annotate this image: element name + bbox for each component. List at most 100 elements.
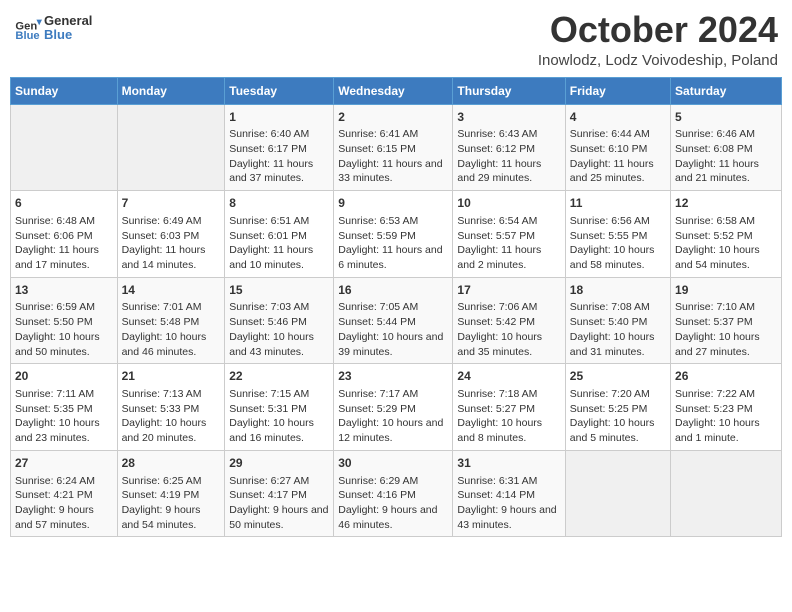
day-info: Sunrise: 6:56 AMSunset: 5:55 PMDaylight:… (570, 214, 666, 273)
calendar-cell: 16Sunrise: 7:05 AMSunset: 5:44 PMDayligh… (334, 277, 453, 364)
day-number: 6 (15, 195, 113, 212)
calendar-cell: 13Sunrise: 6:59 AMSunset: 5:50 PMDayligh… (11, 277, 118, 364)
calendar-cell (117, 104, 225, 191)
day-number: 16 (338, 282, 448, 299)
day-header-tuesday: Tuesday (225, 77, 334, 104)
calendar-cell: 21 Sunrise: 7:13 AMSunset: 5:33 PMDayligh… (117, 364, 225, 451)
calendar-cell: 15Sunrise: 7:03 AMSunset: 5:46 PMDayligh… (225, 277, 334, 364)
day-number: 25 (570, 368, 666, 385)
day-number: 21 (122, 368, 221, 385)
day-number: 3 (457, 109, 560, 126)
calendar-cell: 30 Sunrise: 6:29 AMSunset: 4:16 PMDayligh… (334, 450, 453, 537)
day-number: 22 (229, 368, 329, 385)
day-number: 31 (457, 455, 560, 472)
page-header: Gen Blue General Blue October 2024 Inowl… (10, 10, 782, 69)
day-number: 1 (229, 109, 329, 126)
calendar-body: 1Sunrise: 6:40 AMSunset: 6:17 PMDaylight… (11, 104, 782, 537)
calendar-cell: 22 Sunrise: 7:15 AMSunset: 5:31 PMDayligh… (225, 364, 334, 451)
location-title: Inowlodz, Lodz Voivodeship, Poland (538, 52, 778, 69)
calendar-week-4: 20 Sunrise: 7:11 AMSunset: 5:35 PMDayligh… (11, 364, 782, 451)
title-block: October 2024 Inowlodz, Lodz Voivodeship,… (538, 10, 778, 69)
day-number: 15 (229, 282, 329, 299)
calendar-cell: 5Sunrise: 6:46 AMSunset: 6:08 PMDaylight… (671, 104, 782, 191)
logo-line2: Blue (44, 28, 92, 42)
day-number: 10 (457, 195, 560, 212)
day-info: Sunrise: 7:17 AMSunset: 5:29 PMDaylight:… (338, 387, 448, 446)
day-number: 30 (338, 455, 448, 472)
calendar-cell: 24 Sunrise: 7:18 AMSunset: 5:27 PMDayligh… (453, 364, 565, 451)
calendar-cell (565, 450, 670, 537)
calendar-cell: 18Sunrise: 7:08 AMSunset: 5:40 PMDayligh… (565, 277, 670, 364)
calendar-cell: 12 Sunrise: 6:58 AMSunset: 5:52 PMDayligh… (671, 191, 782, 278)
calendar-cell: 1Sunrise: 6:40 AMSunset: 6:17 PMDaylight… (225, 104, 334, 191)
day-info: Sunrise: 7:20 AMSunset: 5:25 PMDaylight:… (570, 387, 666, 446)
day-info: Sunrise: 6:27 AMSunset: 4:17 PMDaylight:… (229, 474, 329, 533)
day-info: Sunrise: 7:05 AMSunset: 5:44 PMDaylight:… (338, 300, 448, 359)
calendar-cell: 10Sunrise: 6:54 AMSunset: 5:57 PMDayligh… (453, 191, 565, 278)
day-info: Sunrise: 6:41 AMSunset: 6:15 PMDaylight:… (338, 127, 448, 186)
day-number: 20 (15, 368, 113, 385)
calendar-week-2: 6 Sunrise: 6:48 AMSunset: 6:06 PMDaylight… (11, 191, 782, 278)
day-info: Sunrise: 7:18 AMSunset: 5:27 PMDaylight:… (457, 387, 560, 446)
calendar-header-row: SundayMondayTuesdayWednesdayThursdayFrid… (11, 77, 782, 104)
day-info: Sunrise: 6:31 AMSunset: 4:14 PMDaylight:… (457, 474, 560, 533)
day-info: Sunrise: 7:01 AMSunset: 5:48 PMDaylight:… (122, 300, 221, 359)
day-number: 7 (122, 195, 221, 212)
day-number: 2 (338, 109, 448, 126)
calendar-week-3: 13Sunrise: 6:59 AMSunset: 5:50 PMDayligh… (11, 277, 782, 364)
calendar-cell: 20 Sunrise: 7:11 AMSunset: 5:35 PMDayligh… (11, 364, 118, 451)
calendar-cell (671, 450, 782, 537)
day-number: 12 (675, 195, 777, 212)
day-info: Sunrise: 6:58 AMSunset: 5:52 PMDaylight:… (675, 214, 777, 273)
calendar-cell: 27Sunrise: 6:24 AMSunset: 4:21 PMDayligh… (11, 450, 118, 537)
day-number: 13 (15, 282, 113, 299)
calendar-week-5: 27Sunrise: 6:24 AMSunset: 4:21 PMDayligh… (11, 450, 782, 537)
day-info: Sunrise: 7:22 AMSunset: 5:23 PMDaylight:… (675, 387, 777, 446)
calendar-cell: 4Sunrise: 6:44 AMSunset: 6:10 PMDaylight… (565, 104, 670, 191)
day-info: Sunrise: 7:15 AMSunset: 5:31 PMDaylight:… (229, 387, 329, 446)
day-info: Sunrise: 7:10 AMSunset: 5:37 PMDaylight:… (675, 300, 777, 359)
calendar-cell: 25 Sunrise: 7:20 AMSunset: 5:25 PMDayligh… (565, 364, 670, 451)
day-number: 27 (15, 455, 113, 472)
day-header-saturday: Saturday (671, 77, 782, 104)
day-info: Sunrise: 6:25 AMSunset: 4:19 PMDaylight:… (122, 474, 221, 533)
day-number: 5 (675, 109, 777, 126)
day-info: Sunrise: 6:48 AMSunset: 6:06 PMDaylight:… (15, 214, 113, 273)
calendar-cell: 8Sunrise: 6:51 AMSunset: 6:01 PMDaylight… (225, 191, 334, 278)
calendar-cell: 14Sunrise: 7:01 AMSunset: 5:48 PMDayligh… (117, 277, 225, 364)
day-info: Sunrise: 6:40 AMSunset: 6:17 PMDaylight:… (229, 127, 329, 186)
calendar-table: SundayMondayTuesdayWednesdayThursdayFrid… (10, 77, 782, 538)
day-info: Sunrise: 7:06 AMSunset: 5:42 PMDaylight:… (457, 300, 560, 359)
day-info: Sunrise: 6:44 AMSunset: 6:10 PMDaylight:… (570, 127, 666, 186)
day-number: 19 (675, 282, 777, 299)
calendar-cell: 17Sunrise: 7:06 AMSunset: 5:42 PMDayligh… (453, 277, 565, 364)
day-info: Sunrise: 6:46 AMSunset: 6:08 PMDaylight:… (675, 127, 777, 186)
day-number: 17 (457, 282, 560, 299)
day-info: Sunrise: 7:13 AMSunset: 5:33 PMDaylight:… (122, 387, 221, 446)
day-number: 18 (570, 282, 666, 299)
calendar-cell: 7 Sunrise: 6:49 AMSunset: 6:03 PMDaylight… (117, 191, 225, 278)
day-info: Sunrise: 6:49 AMSunset: 6:03 PMDaylight:… (122, 214, 221, 273)
calendar-cell: 11Sunrise: 6:56 AMSunset: 5:55 PMDayligh… (565, 191, 670, 278)
day-number: 26 (675, 368, 777, 385)
logo: Gen Blue General Blue (14, 14, 92, 43)
calendar-cell: 31 Sunrise: 6:31 AMSunset: 4:14 PMDayligh… (453, 450, 565, 537)
calendar-cell: 26 Sunrise: 7:22 AMSunset: 5:23 PMDayligh… (671, 364, 782, 451)
day-info: Sunrise: 6:29 AMSunset: 4:16 PMDaylight:… (338, 474, 448, 533)
day-number: 24 (457, 368, 560, 385)
calendar-week-1: 1Sunrise: 6:40 AMSunset: 6:17 PMDaylight… (11, 104, 782, 191)
calendar-cell: 19Sunrise: 7:10 AMSunset: 5:37 PMDayligh… (671, 277, 782, 364)
calendar-cell: 2Sunrise: 6:41 AMSunset: 6:15 PMDaylight… (334, 104, 453, 191)
day-header-friday: Friday (565, 77, 670, 104)
month-title: October 2024 (538, 10, 778, 50)
calendar-cell: 6 Sunrise: 6:48 AMSunset: 6:06 PMDaylight… (11, 191, 118, 278)
day-info: Sunrise: 6:59 AMSunset: 5:50 PMDaylight:… (15, 300, 113, 359)
day-header-thursday: Thursday (453, 77, 565, 104)
day-header-wednesday: Wednesday (334, 77, 453, 104)
day-header-monday: Monday (117, 77, 225, 104)
day-info: Sunrise: 7:11 AMSunset: 5:35 PMDaylight:… (15, 387, 113, 446)
day-info: Sunrise: 6:43 AMSunset: 6:12 PMDaylight:… (457, 127, 560, 186)
svg-text:Blue: Blue (15, 30, 39, 42)
logo-line1: General (44, 14, 92, 28)
calendar-cell (11, 104, 118, 191)
